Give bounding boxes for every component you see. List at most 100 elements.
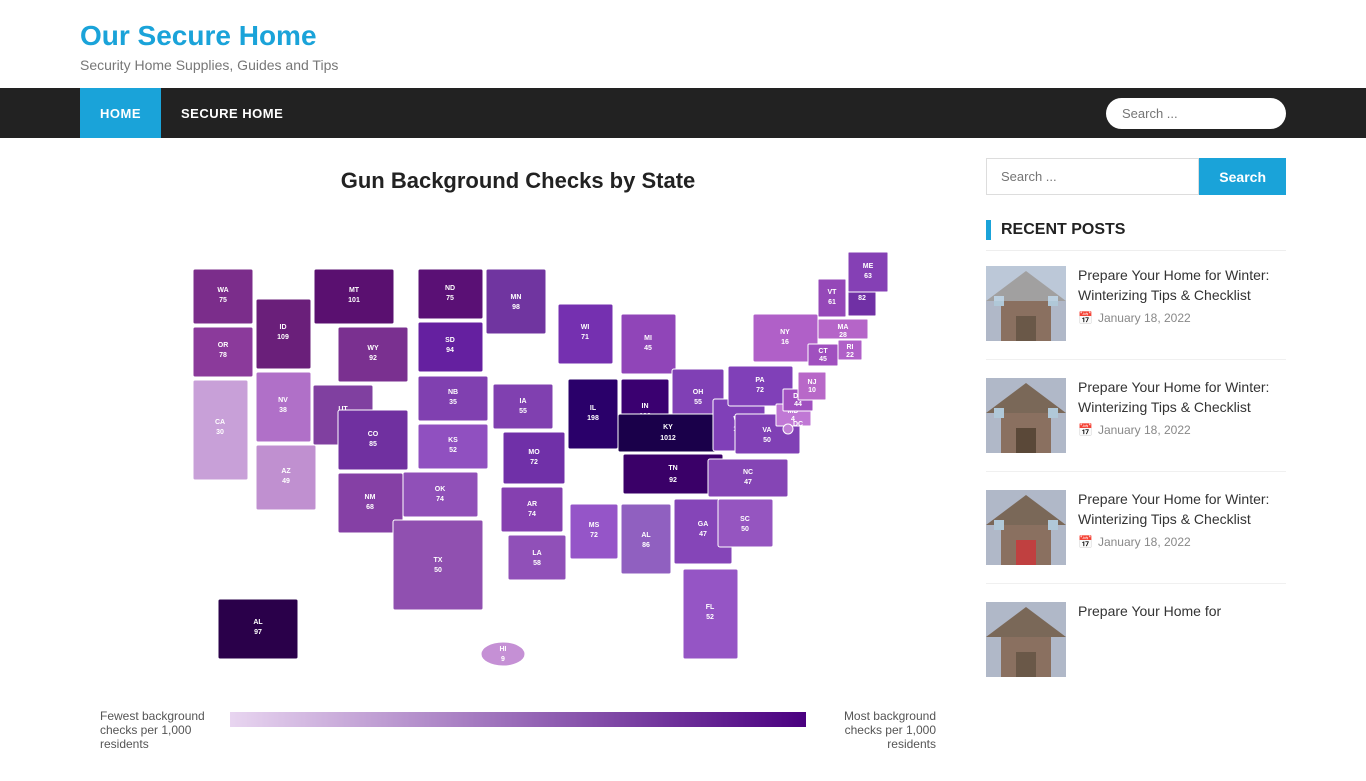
svg-text:CO: CO <box>368 431 379 438</box>
svg-text:75: 75 <box>219 297 227 304</box>
svg-text:101: 101 <box>348 297 360 304</box>
svg-text:63: 63 <box>864 273 872 280</box>
svg-text:92: 92 <box>669 477 677 484</box>
legend-fewest: Fewest background checks per 1,000 resid… <box>100 709 220 751</box>
svg-text:TX: TX <box>434 557 443 564</box>
svg-text:52: 52 <box>449 447 457 454</box>
nav-item-home[interactable]: HOME <box>80 88 161 138</box>
svg-text:72: 72 <box>590 532 598 539</box>
svg-text:CA: CA <box>215 419 225 426</box>
svg-text:MI: MI <box>644 335 652 342</box>
main-nav: HOME SECURE HOME <box>0 88 1366 138</box>
site-tagline: Security Home Supplies, Guides and Tips <box>80 57 1286 73</box>
post-title[interactable]: Prepare Your Home for <box>1078 602 1286 622</box>
svg-text:AR: AR <box>527 501 537 508</box>
svg-text:NC: NC <box>743 469 753 476</box>
svg-text:109: 109 <box>277 334 289 341</box>
svg-text:85: 85 <box>369 441 377 448</box>
post-item: Prepare Your Home for <box>986 602 1286 695</box>
svg-text:52: 52 <box>706 614 714 621</box>
post-info: Prepare Your Home for <box>1078 602 1286 677</box>
svg-text:50: 50 <box>434 567 442 574</box>
svg-text:WI: WI <box>581 324 590 331</box>
svg-text:16: 16 <box>781 339 789 346</box>
post-thumbnail[interactable] <box>986 266 1066 341</box>
map-title: Gun Background Checks by State <box>80 168 956 194</box>
svg-text:74: 74 <box>528 511 536 518</box>
svg-text:KY: KY <box>663 424 673 431</box>
map-legend: Fewest background checks per 1,000 resid… <box>80 709 956 751</box>
post-info: Prepare Your Home for Winter: Winterizin… <box>1078 490 1286 565</box>
calendar-icon: 📅 <box>1078 535 1093 549</box>
map-wrapper: .state { stroke: #fff; stroke-width: 1; … <box>80 214 956 694</box>
svg-text:45: 45 <box>644 345 652 352</box>
sidebar-search-button[interactable]: Search <box>1199 158 1286 195</box>
post-date: 📅 January 18, 2022 <box>1078 535 1286 549</box>
svg-text:82: 82 <box>858 295 866 302</box>
svg-text:49: 49 <box>282 478 290 485</box>
svg-text:86: 86 <box>642 542 650 549</box>
calendar-icon: 📅 <box>1078 423 1093 437</box>
sidebar-search-input[interactable] <box>986 158 1199 195</box>
svg-text:PA: PA <box>755 377 764 384</box>
svg-text:55: 55 <box>519 408 527 415</box>
svg-text:ME: ME <box>863 263 874 270</box>
post-date: 📅 January 18, 2022 <box>1078 423 1286 437</box>
svg-text:LA: LA <box>532 550 541 557</box>
svg-text:IL: IL <box>590 405 597 412</box>
svg-text:CT: CT <box>818 348 828 355</box>
svg-text:MA: MA <box>838 324 849 331</box>
nav-items: HOME SECURE HOME <box>80 88 303 138</box>
site-header: Our Secure Home Security Home Supplies, … <box>0 0 1366 88</box>
content-area: Gun Background Checks by State .state { … <box>80 158 956 761</box>
svg-text:75: 75 <box>446 295 454 302</box>
svg-text:MT: MT <box>349 287 360 294</box>
svg-text:MO: MO <box>528 449 540 456</box>
post-info: Prepare Your Home for Winter: Winterizin… <box>1078 378 1286 453</box>
svg-text:50: 50 <box>741 526 749 533</box>
post-info: Prepare Your Home for Winter: Winterizin… <box>1078 266 1286 341</box>
recent-posts-section: RECENT POSTS Prepare Your Home for <box>986 220 1286 695</box>
svg-text:NB: NB <box>448 389 458 396</box>
svg-text:30: 30 <box>216 429 224 436</box>
svg-text:AL: AL <box>641 532 651 539</box>
post-thumbnail[interactable] <box>986 490 1066 565</box>
post-thumbnail[interactable] <box>986 378 1066 453</box>
svg-text:47: 47 <box>699 531 707 538</box>
svg-text:ID: ID <box>280 324 287 331</box>
post-title[interactable]: Prepare Your Home for Winter: Winterizin… <box>1078 266 1286 305</box>
site-title[interactable]: Our Secure Home <box>80 20 1286 52</box>
sidebar-search-form: Search <box>986 158 1286 195</box>
svg-text:72: 72 <box>756 387 764 394</box>
svg-text:NM: NM <box>365 494 376 501</box>
post-thumbnail[interactable] <box>986 602 1066 677</box>
svg-text:SC: SC <box>740 516 750 523</box>
svg-text:38: 38 <box>279 407 287 414</box>
nav-search-input[interactable] <box>1106 98 1286 129</box>
svg-text:61: 61 <box>828 299 836 306</box>
svg-text:98: 98 <box>512 304 520 311</box>
legend-gradient-bar <box>230 712 806 727</box>
svg-text:1012: 1012 <box>660 435 676 442</box>
svg-text:TN: TN <box>668 465 677 472</box>
svg-text:28: 28 <box>839 332 847 339</box>
svg-text:NJ: NJ <box>808 379 817 386</box>
svg-text:50: 50 <box>763 437 771 444</box>
svg-text:RI: RI <box>847 344 854 351</box>
svg-text:MS: MS <box>589 522 600 529</box>
svg-text:WA: WA <box>217 287 228 294</box>
svg-text:35: 35 <box>449 399 457 406</box>
post-item: Prepare Your Home for Winter: Winterizin… <box>986 266 1286 360</box>
nav-item-secure-home[interactable]: SECURE HOME <box>161 88 303 138</box>
svg-text:AZ: AZ <box>281 468 291 475</box>
post-date: 📅 January 18, 2022 <box>1078 311 1286 325</box>
post-title[interactable]: Prepare Your Home for Winter: Winterizin… <box>1078 490 1286 529</box>
svg-text:10: 10 <box>808 387 816 394</box>
svg-text:IA: IA <box>520 398 527 405</box>
svg-text:72: 72 <box>530 459 538 466</box>
sidebar: Search RECENT POSTS <box>986 158 1286 761</box>
svg-text:AL: AL <box>253 619 263 626</box>
post-title[interactable]: Prepare Your Home for Winter: Winterizin… <box>1078 378 1286 417</box>
svg-text:VA: VA <box>762 427 771 434</box>
svg-text:97: 97 <box>254 629 262 636</box>
